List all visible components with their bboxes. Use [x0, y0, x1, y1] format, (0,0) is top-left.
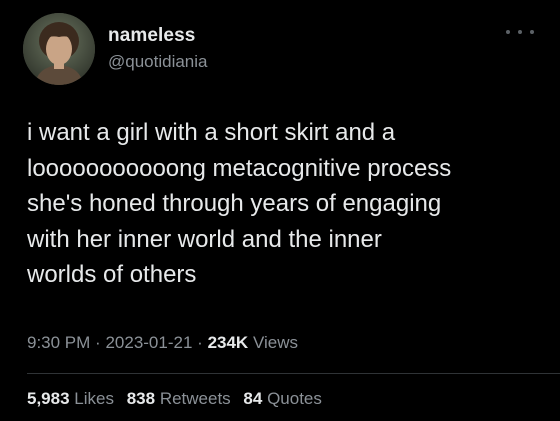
likes-label: Likes — [74, 389, 114, 408]
more-dot — [530, 30, 534, 34]
quotes-stat[interactable]: 84 Quotes — [243, 389, 321, 408]
engagement-stats: 5,983 Likes 838 Retweets 84 Quotes — [27, 389, 330, 409]
more-dot — [506, 30, 510, 34]
meta-separator: · — [95, 333, 101, 352]
author-handle[interactable]: @quotidiania — [108, 52, 208, 72]
divider — [27, 373, 560, 374]
meta-separator: · — [197, 333, 203, 352]
avatar[interactable] — [23, 13, 95, 85]
tweet-metadata: 9:30 PM · 2023-01-21 · 234K Views — [27, 333, 298, 353]
tweet-time[interactable]: 9:30 PM — [27, 333, 90, 352]
views-count: 234K — [207, 333, 249, 352]
likes-count: 5,983 — [27, 389, 70, 408]
tweet-card: nameless @quotidiania i want a girl with… — [0, 0, 560, 421]
avatar-image — [23, 13, 95, 85]
quotes-label: Quotes — [267, 389, 322, 408]
quotes-count: 84 — [243, 389, 263, 408]
likes-stat[interactable]: 5,983 Likes — [27, 389, 114, 408]
retweets-stat[interactable]: 838 Retweets — [127, 389, 231, 408]
more-dot — [518, 30, 522, 34]
tweet-date[interactable]: 2023-01-21 — [105, 333, 192, 352]
views-label: Views — [252, 333, 298, 352]
retweets-count: 838 — [126, 389, 156, 408]
tweet-text: i want a girl with a short skirt and a l… — [27, 119, 452, 288]
author-display-name[interactable]: nameless — [108, 25, 195, 47]
retweets-label: Retweets — [159, 389, 231, 408]
more-options-icon[interactable] — [506, 26, 534, 38]
